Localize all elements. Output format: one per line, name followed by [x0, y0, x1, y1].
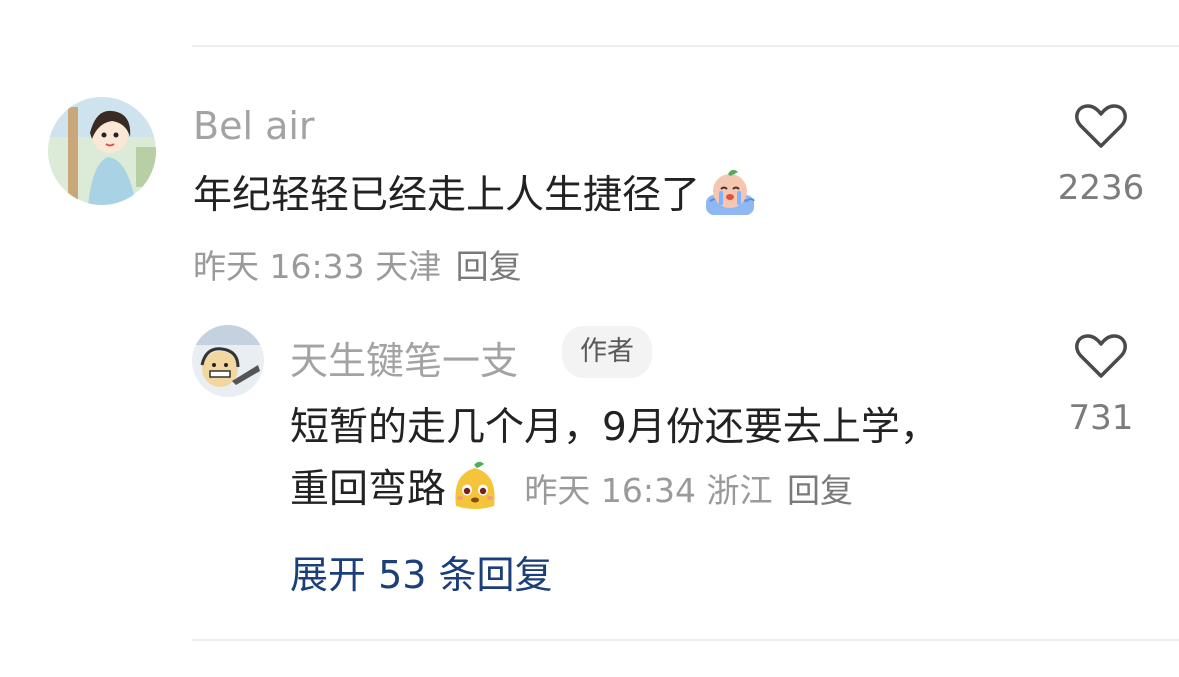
comment-username[interactable]: Bel air	[193, 104, 315, 148]
reply-meta: 昨天 16:34 浙江 回复	[524, 471, 853, 510]
crying-face-emoji-icon	[702, 167, 758, 229]
reply-avatar[interactable]	[192, 325, 264, 397]
reply-reply-button[interactable]: 回复	[787, 471, 853, 510]
top-divider	[192, 45, 1179, 47]
reply-text-line2[interactable]: 重回弯路 昨天 16:34 浙江 回复	[290, 458, 853, 524]
comment-time: 昨天 16:33	[193, 247, 365, 286]
comment-location: 天津	[375, 247, 442, 286]
comment-text-content: 年纪轻轻已经走上人生捷径了	[193, 173, 701, 218]
yellow-pudding-emoji-icon	[448, 460, 502, 524]
bottom-divider	[192, 639, 1179, 641]
reply-username[interactable]: 天生键笔一支	[290, 330, 518, 385]
expand-replies-button[interactable]: 展开 53 条回复	[290, 544, 553, 599]
comment-like-count: 2236	[1057, 168, 1145, 208]
heart-icon[interactable]	[1075, 332, 1127, 380]
author-badge: 作者	[562, 326, 652, 378]
comment-text[interactable]: 年纪轻轻已经走上人生捷径了	[193, 164, 758, 229]
reply-like-count: 731	[1068, 398, 1134, 438]
reply-location: 浙江	[706, 471, 773, 510]
reply-text-line1[interactable]: 短暂的走几个月，9月份还要去上学，	[290, 396, 939, 452]
comment-reply-button[interactable]: 回复	[456, 247, 522, 286]
heart-icon[interactable]	[1075, 102, 1127, 150]
reply-like[interactable]: 731	[1050, 332, 1152, 438]
comment-like[interactable]: 2236	[1050, 102, 1152, 208]
reply-text-content: 重回弯路	[290, 467, 447, 512]
reply-time: 昨天 16:34	[524, 471, 697, 510]
avatar[interactable]	[48, 97, 156, 205]
comment-meta: 昨天 16:33 天津 回复	[193, 240, 522, 288]
